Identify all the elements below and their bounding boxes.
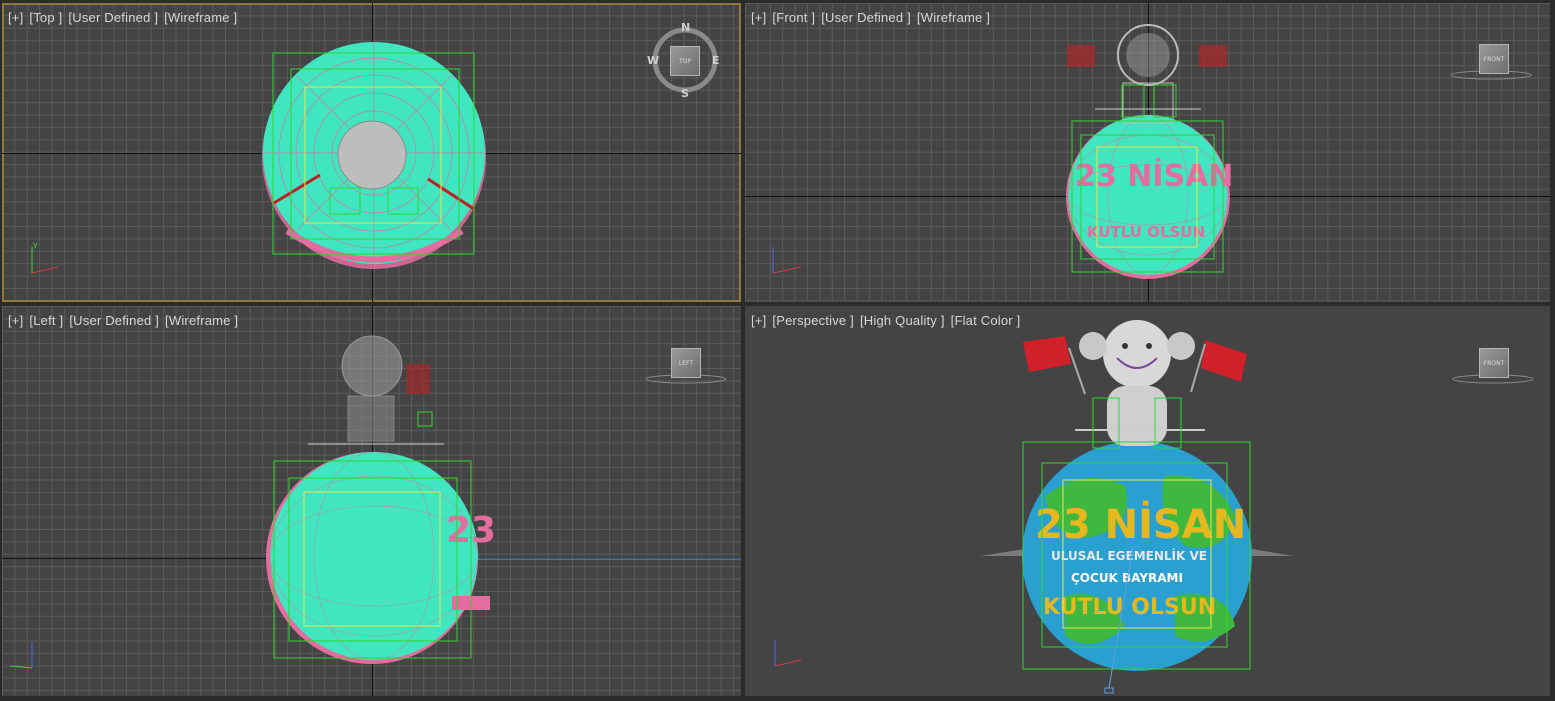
viewcube[interactable]: FRONT xyxy=(1479,44,1509,74)
front-text-line1: 23 NİSAN xyxy=(1075,158,1233,194)
viewport-left[interactable]: [+] [Left ] [User Defined ] [Wireframe ] 23… xyxy=(2,306,741,696)
persp-text-line2: ULUSAL EGEMENLİK VE xyxy=(1051,548,1207,563)
viewcube[interactable]: LEFT xyxy=(671,348,701,378)
persp-text-line1: 23 NİSAN xyxy=(1035,500,1246,548)
compass-south-label: S xyxy=(681,87,689,100)
viewcube[interactable]: TOP xyxy=(670,46,700,76)
top-view-scene: y N S E W xyxy=(31,21,720,274)
viewport-top[interactable]: [+] [Top ] [User Defined ] [Wireframe ] y N… xyxy=(2,3,741,302)
compass-north-label: N xyxy=(681,21,690,34)
front-text-line4: KUTLU OLSUN xyxy=(1087,223,1205,241)
compass-east-label: E xyxy=(712,54,720,67)
viewport-perspective[interactable]: [+] [Perspective ] [High Quality ] [Flat Co… xyxy=(745,306,1550,696)
svg-text:y: y xyxy=(33,240,38,249)
left-view-scene: 23 xyxy=(9,335,741,669)
perspective-view-scene: 23 NİSAN ULUSAL EGEMENLİK VE ÇOCUK BAYRA… xyxy=(774,320,1534,694)
compass-west-label: W xyxy=(647,54,659,67)
persp-text-line4: KUTLU OLSUN xyxy=(1043,595,1216,620)
viewcube[interactable]: FRONT xyxy=(1479,348,1509,378)
front-view-scene: 23 NİSAN KUTLU OLSUN xyxy=(772,24,1532,279)
viewport-front[interactable]: [+] [Front ] [User Defined ] [Wireframe ] 2… xyxy=(745,3,1550,302)
